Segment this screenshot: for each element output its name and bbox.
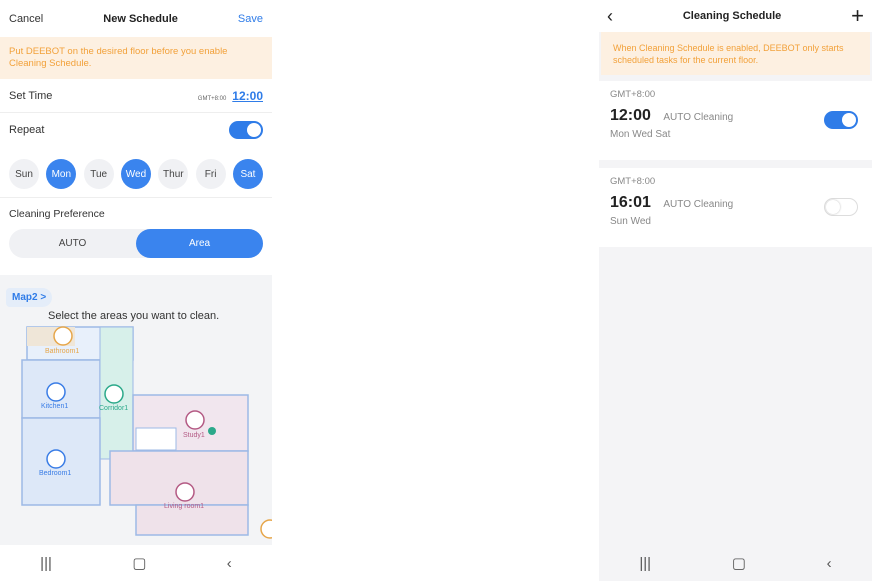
cleaning-schedule-screen: ‹ Cleaning Schedule + When Cleaning Sche…	[599, 0, 872, 581]
toggle-knob	[842, 113, 856, 127]
back-icon[interactable]: ‹	[227, 555, 232, 572]
floor-map[interactable]	[0, 275, 272, 545]
back-arrow-icon[interactable]: ‹	[607, 6, 613, 27]
schedule-days: Sun Wed	[610, 216, 651, 227]
timezone-label: GMT+8:00	[610, 176, 656, 187]
schedule-mode: AUTO Cleaning	[663, 199, 734, 210]
cancel-button[interactable]: Cancel	[9, 13, 43, 25]
system-nav-bar: ||| ▢ ‹	[0, 545, 272, 581]
robot-dock-icon	[208, 427, 216, 435]
schedule-toggle[interactable]	[824, 111, 858, 129]
partial-room-icon	[260, 519, 272, 539]
system-nav-bar: ||| ▢ ‹	[599, 545, 872, 581]
header: ‹ Cleaning Schedule +	[599, 0, 872, 32]
home-icon[interactable]: ▢	[732, 554, 746, 572]
day-thur[interactable]: Thur	[158, 159, 189, 189]
new-schedule-screen: Cancel New Schedule Save Put DEEBOT on t…	[0, 0, 272, 581]
schedule-warning: When Cleaning Schedule is enabled, DEEBO…	[601, 32, 870, 75]
pref-area-option[interactable]: Area	[136, 229, 263, 258]
room-label-corridor: Corridor1	[99, 405, 129, 412]
kitchen-icon	[46, 382, 66, 402]
save-button[interactable]: Save	[238, 13, 263, 25]
repeat-row: Repeat	[0, 113, 272, 147]
repeat-toggle[interactable]	[229, 121, 263, 139]
schedule-card[interactable]: GMT+8:00 16:01 AUTO Cleaning Sun Wed	[599, 168, 872, 247]
toggle-knob	[247, 123, 261, 137]
back-icon[interactable]: ‹	[827, 555, 832, 572]
add-icon[interactable]: +	[851, 3, 864, 29]
map-area: Map2 > Select the areas you want to clea…	[0, 275, 272, 545]
sofa-icon	[175, 482, 195, 502]
room-label-kitchen: Kitchen1	[41, 403, 69, 410]
schedule-time: 12:00	[610, 107, 651, 124]
schedule-card[interactable]: GMT+8:00 12:00 AUTO Cleaning Mon Wed Sat	[599, 81, 872, 160]
corridor-icon	[104, 384, 124, 404]
time-value[interactable]: 12:00	[232, 89, 263, 103]
preference-segmented-control: AUTO Area	[9, 229, 263, 258]
schedule-time: 16:01	[610, 194, 651, 211]
timezone-label: GMT+8:00	[610, 89, 656, 100]
day-fri[interactable]: Fri	[195, 159, 226, 189]
floor-warning: Put DEEBOT on the desired floor before y…	[0, 37, 272, 79]
pref-auto-option[interactable]: AUTO	[9, 229, 136, 258]
day-tue[interactable]: Tue	[83, 159, 114, 189]
page-title: New Schedule	[103, 12, 178, 25]
set-time-row[interactable]: Set Time GMT+8:00 12:00	[0, 79, 272, 113]
recent-apps-icon[interactable]: |||	[639, 555, 651, 572]
timezone-label: GMT+8:00	[197, 95, 227, 102]
room-label-bathroom: Bathroom1	[45, 348, 80, 355]
schedule-days: Mon Wed Sat	[610, 129, 671, 140]
day-selector: Sun Mon Tue Wed Thur Fri Sat	[0, 147, 272, 197]
study-icon	[185, 410, 205, 430]
recent-apps-icon[interactable]: |||	[40, 555, 52, 572]
cleaning-preference-label: Cleaning Preference	[0, 197, 272, 226]
day-wed[interactable]: Wed	[120, 159, 151, 189]
toggle-knob	[826, 200, 840, 214]
schedule-mode: AUTO Cleaning	[663, 112, 734, 123]
room-label-study: Study1	[183, 432, 205, 439]
day-sat[interactable]: Sat	[232, 159, 263, 189]
header: Cancel New Schedule Save	[0, 0, 272, 37]
day-mon[interactable]: Mon	[46, 159, 77, 189]
room-label-living-room: Living room1	[164, 503, 205, 510]
day-sun[interactable]: Sun	[9, 159, 39, 189]
schedule-toggle[interactable]	[824, 198, 858, 216]
home-icon[interactable]: ▢	[132, 554, 146, 572]
bathtub-icon	[53, 326, 73, 346]
bed-icon	[46, 449, 66, 469]
set-time-label: Set Time	[9, 89, 53, 102]
page-title: Cleaning Schedule	[682, 10, 782, 22]
room-label-bedroom: Bedroom1	[39, 470, 72, 477]
repeat-label: Repeat	[9, 124, 45, 136]
